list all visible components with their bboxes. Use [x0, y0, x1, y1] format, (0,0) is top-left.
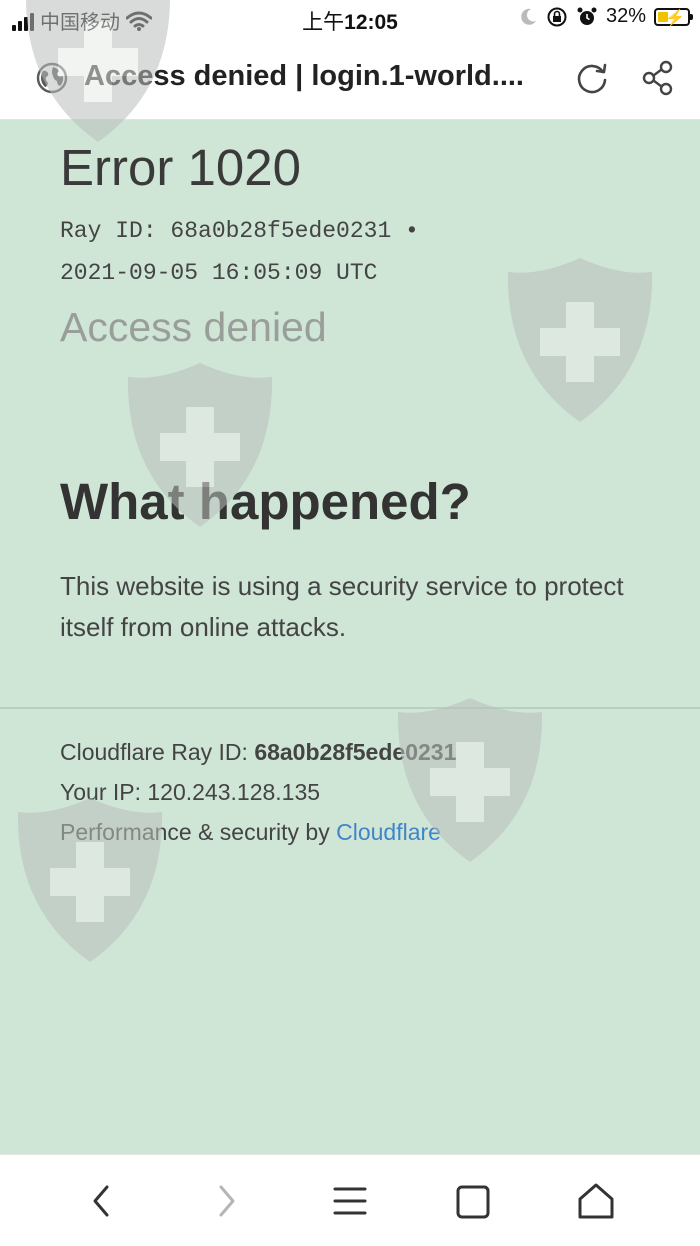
home-icon[interactable] [572, 1177, 620, 1225]
battery-percent: 32% [605, 5, 646, 27]
ip-value: 120.243.128.135 [147, 779, 321, 805]
status-right: 32% ⚡ [518, 5, 693, 28]
tabs-icon[interactable] [450, 1177, 498, 1225]
divider [0, 707, 700, 709]
page-content: Error 1020 Ray ID: 68a0b28f5ede0231 • 20… [0, 120, 700, 1154]
page-title: Access denied | login.1-world.... [84, 60, 524, 92]
alarm-icon [577, 7, 597, 25]
performance-security: Performance & security by Cloudflare [60, 819, 441, 846]
back-icon[interactable] [78, 1177, 126, 1225]
battery-charging-icon: ⚡ [654, 7, 693, 27]
ip-label: Your IP: [60, 779, 148, 805]
ray-id-line: Ray ID: 68a0b28f5ede0231 • [60, 218, 419, 244]
cloudflare-link[interactable]: Cloudflare [336, 819, 441, 845]
access-denied-subtitle: Access denied [60, 304, 327, 350]
bottom-navigation [0, 1154, 700, 1246]
cloudflare-ray-label: Cloudflare Ray ID: [60, 739, 255, 765]
cloudflare-ray-value: 68a0b28f5ede0231 [254, 739, 457, 765]
your-ip: Your IP: 120.243.128.135 [60, 779, 320, 806]
orientation-lock-icon [547, 7, 567, 26]
share-icon[interactable] [640, 59, 678, 97]
ray-timestamp: 2021-09-05 16:05:09 UTC [60, 260, 378, 286]
browser-toolbar: Access denied | login.1-world.... [0, 38, 700, 120]
status-bar: 中国移动 上午12:05 32% ⚡ [0, 0, 700, 38]
explanation-text: This website is using a security service… [60, 571, 624, 642]
moon-icon [521, 8, 536, 25]
what-happened-heading: What happened? [60, 473, 471, 530]
reload-icon[interactable] [573, 59, 611, 97]
clock-prefix: 上午 [302, 11, 345, 34]
globe-icon[interactable] [36, 62, 68, 94]
performance-label: Performance & security by [60, 819, 337, 845]
cloudflare-ray-id: Cloudflare Ray ID: 68a0b28f5ede0231 [60, 739, 456, 766]
menu-icon[interactable] [326, 1177, 374, 1225]
error-code-heading: Error 1020 [60, 139, 301, 196]
clock-time: 12:05 [344, 11, 398, 34]
forward-icon[interactable] [202, 1177, 250, 1225]
